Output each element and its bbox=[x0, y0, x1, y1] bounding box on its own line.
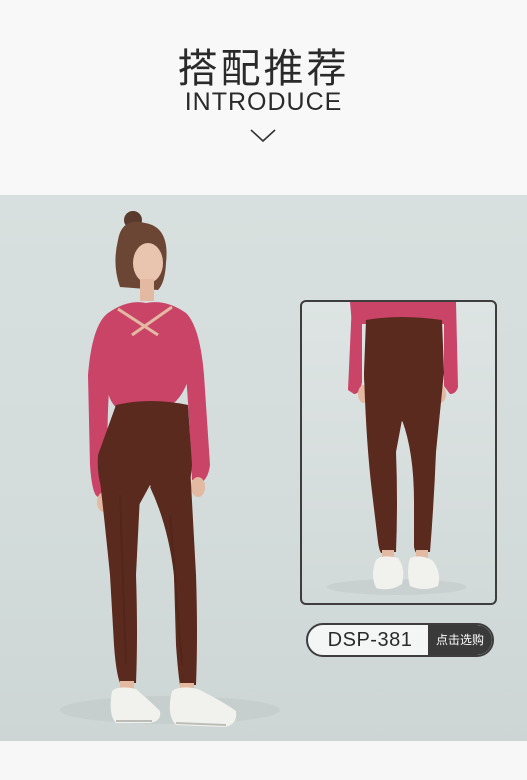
buy-button-group[interactable]: DSP-381 点击选购 bbox=[306, 623, 494, 657]
footer-spacer bbox=[0, 741, 527, 780]
leggings-closeup bbox=[327, 302, 467, 595]
section-subtitle: INTRODUCE bbox=[184, 88, 343, 116]
chevron-down-icon bbox=[250, 129, 276, 143]
detail-inset bbox=[300, 300, 497, 605]
section-header: 搭配推荐 INTRODUCE bbox=[0, 0, 527, 195]
product-code: DSP-381 bbox=[327, 629, 413, 651]
buy-button[interactable]: 点击选购 bbox=[428, 625, 492, 655]
model-photo: DSP-381 点击选购 bbox=[0, 195, 527, 741]
section-title: 搭配推荐 bbox=[177, 46, 350, 92]
